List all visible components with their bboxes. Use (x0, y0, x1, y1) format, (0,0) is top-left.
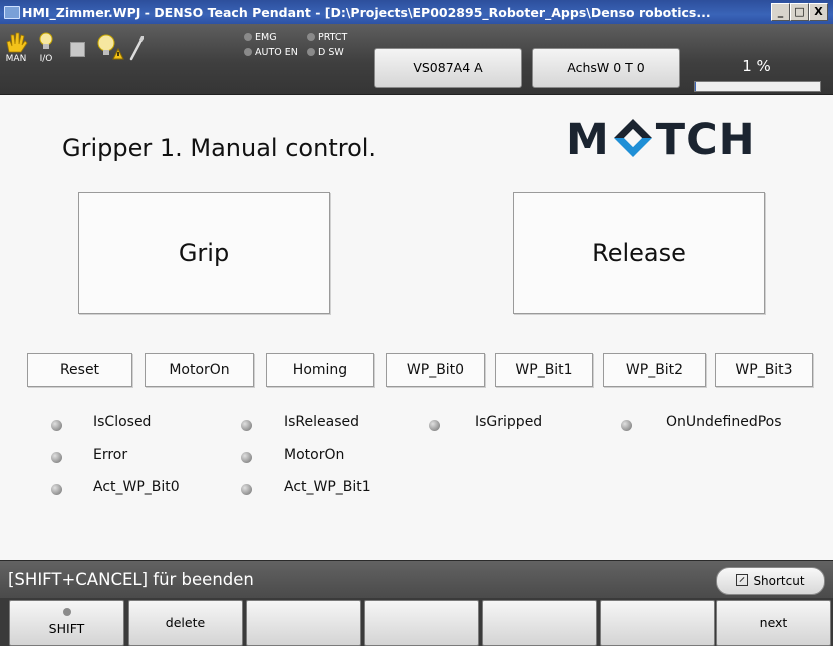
prtct-label: PRTCT (318, 32, 348, 43)
logo-text-right: TCH (655, 115, 756, 165)
isclosed-label: IsClosed (93, 414, 152, 430)
onundefinedpos-led-icon (621, 420, 632, 431)
wp-bit1-button[interactable]: WP_Bit1 (495, 353, 593, 387)
emg-status: EMG (244, 32, 277, 43)
status-text: [SHIFT+CANCEL] für beenden (8, 570, 254, 589)
motoron-label: MotorOn (284, 447, 345, 463)
io-lamp-icon[interactable]: I/O (32, 32, 60, 64)
io-label: I/O (39, 54, 53, 64)
delete-key[interactable]: delete (128, 600, 243, 646)
isreleased-label: IsReleased (284, 414, 360, 430)
emg-led-icon (244, 33, 252, 41)
manual-mode-icon[interactable]: MAN (2, 32, 30, 64)
lamp-warning-icon[interactable] (96, 33, 124, 65)
dsw-led-icon (307, 48, 315, 56)
wp-bit3-button[interactable]: WP_Bit3 (715, 353, 813, 387)
auto-en-status: AUTO EN (244, 47, 298, 58)
emg-label: EMG (255, 32, 277, 43)
wp-bit2-button[interactable]: WP_Bit2 (603, 353, 706, 387)
motoron-button[interactable]: MotorOn (145, 353, 254, 387)
isgripped-led-icon (429, 420, 440, 431)
shift-key[interactable]: SHIFT (9, 600, 124, 646)
shortcut-icon (736, 574, 749, 586)
maximize-button[interactable]: □ (790, 3, 809, 21)
act-wp-bit1-label: Act_WP_Bit1 (284, 479, 371, 495)
logo-mark-icon (612, 117, 654, 159)
isreleased-led-icon (241, 420, 252, 431)
fkey-6[interactable] (600, 600, 715, 646)
axis-button[interactable]: AchsW 0 T 0 (532, 48, 680, 88)
shift-led-icon (62, 608, 71, 616)
function-key-bar: SHIFT delete next (0, 598, 833, 646)
reset-button[interactable]: Reset (27, 353, 132, 387)
app-icon (4, 6, 20, 19)
act-wp-bit0-label: Act_WP_Bit0 (93, 479, 180, 495)
main-panel: Gripper 1. Manual control. M TCH Grip Re… (0, 95, 833, 560)
shortcut-label: Shortcut (753, 574, 805, 588)
fkey-5[interactable] (482, 600, 597, 646)
homing-button[interactable]: Homing (266, 353, 374, 387)
progress-text: 1 % (742, 57, 771, 75)
toolbar: MAN I/O EMG PRTCT AUTO EN D SW VS087A4 A… (0, 24, 833, 95)
window-title: HMI_Zimmer.WPJ - DENSO Teach Pendant - [… (22, 5, 711, 20)
shift-label: SHIFT (48, 621, 85, 636)
progress-bar (694, 81, 821, 92)
fkey-4[interactable] (364, 600, 479, 646)
stop-square-icon[interactable] (70, 42, 85, 57)
logo-text-left: M (566, 115, 610, 165)
close-button[interactable]: X (809, 3, 828, 21)
next-key[interactable]: next (716, 600, 831, 646)
isgripped-label: IsGripped (475, 414, 543, 430)
prtct-status: PRTCT (307, 32, 347, 43)
status-bar: [SHIFT+CANCEL] für beenden Shortcut (0, 560, 833, 599)
prtct-led-icon (307, 33, 315, 41)
dsw-label: D SW (318, 47, 344, 58)
release-button[interactable]: Release (513, 192, 765, 314)
dsw-status: D SW (307, 47, 344, 58)
auto-en-label: AUTO EN (255, 47, 298, 58)
auto-en-led-icon (244, 48, 252, 56)
progress-fill (695, 82, 697, 91)
wrench-icon[interactable] (128, 34, 146, 66)
page-title: Gripper 1. Manual control. (62, 134, 377, 162)
error-led-icon (51, 452, 62, 463)
shortcut-button[interactable]: Shortcut (716, 567, 825, 595)
fkey-3[interactable] (246, 600, 361, 646)
act-wp-bit0-led-icon (51, 484, 62, 495)
motoron-led-icon (241, 452, 252, 463)
window-titlebar: HMI_Zimmer.WPJ - DENSO Teach Pendant - [… (0, 0, 833, 24)
minimize-button[interactable]: _ (771, 3, 790, 21)
onundefinedpos-label: OnUndefinedPos (666, 414, 782, 430)
robot-type-button[interactable]: VS087A4 A (374, 48, 522, 88)
act-wp-bit1-led-icon (241, 484, 252, 495)
grip-button[interactable]: Grip (78, 192, 330, 314)
wp-bit0-button[interactable]: WP_Bit0 (386, 353, 485, 387)
error-label: Error (93, 447, 128, 463)
man-label: MAN (5, 54, 27, 64)
match-logo: M TCH (566, 115, 756, 165)
isclosed-led-icon (51, 420, 62, 431)
